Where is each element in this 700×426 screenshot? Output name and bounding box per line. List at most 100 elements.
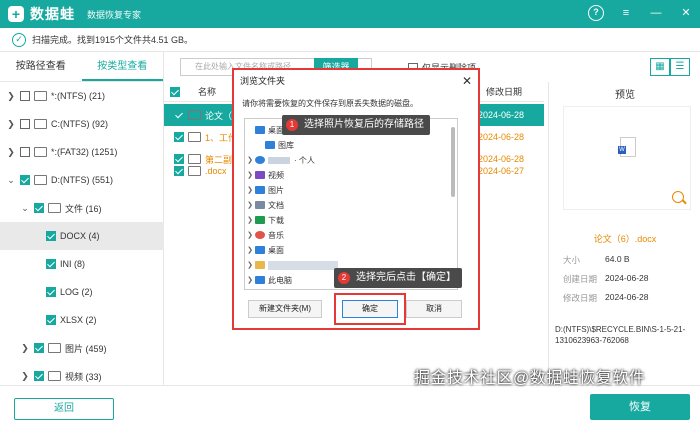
select-all-checkbox[interactable]: [170, 86, 180, 97]
chevron-right-icon[interactable]: ❯: [20, 343, 30, 354]
tree-item[interactable]: ⌄ 文件 (16): [0, 194, 164, 222]
folder-label: 图库: [278, 140, 294, 150]
checkbox[interactable]: [46, 231, 56, 241]
tree-item[interactable]: ❯ C:(NTFS) (92): [0, 110, 164, 138]
close-icon[interactable]: ✕: [462, 74, 472, 88]
checkbox[interactable]: [34, 371, 44, 381]
word-doc-icon: [618, 137, 636, 157]
checkbox[interactable]: [20, 91, 30, 101]
browse-folder-dialog: 浏览文件夹 ✕ 请你将需要恢复的文件保存到原丢失数据的磁盘。 桌面 图库 ❯ · …: [232, 68, 480, 330]
folder-label: 文档: [268, 200, 284, 210]
word-doc-icon: [188, 132, 201, 142]
checkbox[interactable]: [174, 166, 184, 176]
tab-by-type[interactable]: 按类型查看: [81, 52, 163, 81]
blurred-name: [268, 156, 290, 164]
callout-text: 选择完后点击【确定】: [356, 272, 456, 283]
meta-size: 大小 64.0 B: [563, 254, 630, 266]
checkbox[interactable]: [46, 287, 56, 297]
word-doc-icon: [188, 166, 201, 176]
app-name: 数据蛙: [30, 6, 75, 22]
tree-item[interactable]: ❯ *:(NTFS) (21): [0, 82, 164, 110]
folder-icon: [48, 203, 61, 213]
tree-item-label: 图片 (459): [65, 343, 107, 354]
tree-item-label: 视频 (33): [65, 371, 102, 382]
chevron-right-icon[interactable]: ❯: [20, 371, 30, 382]
logo-icon: +: [8, 6, 24, 22]
new-folder-button[interactable]: 新建文件夹(M): [248, 300, 322, 318]
tree-item[interactable]: INI (8): [0, 250, 164, 278]
folder-item[interactable]: ❯ 音乐: [245, 228, 445, 242]
pictures-icon: [255, 186, 265, 194]
meta-value: 2024-06-28: [605, 273, 649, 283]
folder-label: 音乐: [268, 230, 284, 240]
file-date: 2024-06-28: [477, 132, 524, 142]
cancel-button[interactable]: 取消: [406, 300, 462, 318]
folder-item[interactable]: ❯ · 个人: [245, 153, 445, 167]
meta-modified: 修改日期 2024-06-28: [563, 292, 648, 304]
step-badge: 1: [286, 119, 298, 131]
folder-item[interactable]: ❯ 桌面: [245, 243, 445, 257]
checkbox[interactable]: [174, 110, 184, 120]
chevron-right-icon[interactable]: ❯: [6, 147, 16, 158]
view-tabs: 按路径查看 按类型查看: [0, 52, 163, 82]
title-bar: + 数据蛙 数据恢复专家 ? ≡ — ✕: [0, 0, 700, 28]
folder-item[interactable]: ❯ 下载: [245, 213, 445, 227]
folder-item[interactable]: ❯ 文档: [245, 198, 445, 212]
checkbox[interactable]: [46, 315, 56, 325]
chevron-down-icon[interactable]: ⌄: [6, 175, 16, 186]
checkbox[interactable]: [20, 147, 30, 157]
grid-view-icon[interactable]: ▦: [650, 58, 670, 76]
list-view-icon[interactable]: ☰: [670, 58, 690, 76]
column-date[interactable]: 修改日期: [486, 85, 522, 98]
checkbox[interactable]: [46, 259, 56, 269]
checkbox[interactable]: [174, 132, 184, 142]
tree-item[interactable]: LOG (2): [0, 278, 164, 306]
tree-item[interactable]: ⌄ D:(NTFS) (551): [0, 166, 164, 194]
tab-by-path[interactable]: 按路径查看: [0, 52, 82, 81]
folder-item[interactable]: ❯ 视频: [245, 168, 445, 182]
tree-item-label: INI (8): [60, 259, 86, 269]
cloud-icon: [255, 156, 265, 164]
column-name[interactable]: 名称: [198, 85, 216, 98]
chevron-down-icon[interactable]: ⌄: [20, 203, 30, 214]
folder-item[interactable]: ❯ 图片: [245, 183, 445, 197]
zoom-icon[interactable]: [672, 191, 684, 203]
file-date: 2024-06-27: [477, 166, 524, 176]
checkbox[interactable]: [20, 119, 30, 129]
minimize-icon[interactable]: —: [648, 5, 664, 21]
tree-item[interactable]: ❯ 图片 (459): [0, 334, 164, 362]
folder-item[interactable]: 图库: [255, 138, 455, 152]
checkbox[interactable]: [20, 175, 30, 185]
help-icon[interactable]: ?: [588, 5, 604, 21]
meta-value: 2024-06-28: [605, 292, 649, 302]
callout-step-1: 1 选择照片恢复后的存储路径: [282, 115, 430, 135]
menu-icon[interactable]: ≡: [618, 5, 634, 21]
close-icon[interactable]: ✕: [678, 5, 694, 21]
file-name: .docx: [205, 166, 227, 176]
scan-status-text: 扫描完成。找到1915个文件共4.51 GB。: [32, 35, 194, 45]
checkbox[interactable]: [34, 203, 44, 213]
meta-value: 64.0 B: [605, 254, 630, 264]
tree-item[interactable]: XLSX (2): [0, 306, 164, 334]
tree-item-label: 文件 (16): [65, 203, 102, 214]
back-button[interactable]: 返回: [14, 398, 114, 420]
documents-icon: [255, 201, 265, 209]
preview-area: [563, 106, 691, 210]
video-icon: [255, 171, 265, 179]
desktop-icon: [255, 246, 265, 254]
meta-label: 修改日期: [563, 293, 598, 303]
checkbox[interactable]: [34, 343, 44, 353]
view-toggle: ▦ ☰: [650, 58, 690, 76]
tree-item-selected[interactable]: DOCX (4): [0, 222, 164, 250]
check-circle-icon: ✓: [12, 32, 26, 47]
drive-icon: [34, 91, 47, 101]
chevron-right-icon[interactable]: ❯: [6, 91, 16, 102]
tree-item[interactable]: ❯ *:(FAT32) (1251): [0, 138, 164, 166]
word-doc-icon: [188, 110, 201, 120]
callout-text: 选择照片恢复后的存储路径: [304, 119, 424, 130]
recover-button[interactable]: 恢复: [590, 394, 690, 420]
tree-item-label: XLSX (2): [60, 315, 97, 325]
chevron-right-icon[interactable]: ❯: [6, 119, 16, 130]
file-date: 2024-06-28: [477, 110, 524, 120]
video-icon: [48, 371, 61, 381]
